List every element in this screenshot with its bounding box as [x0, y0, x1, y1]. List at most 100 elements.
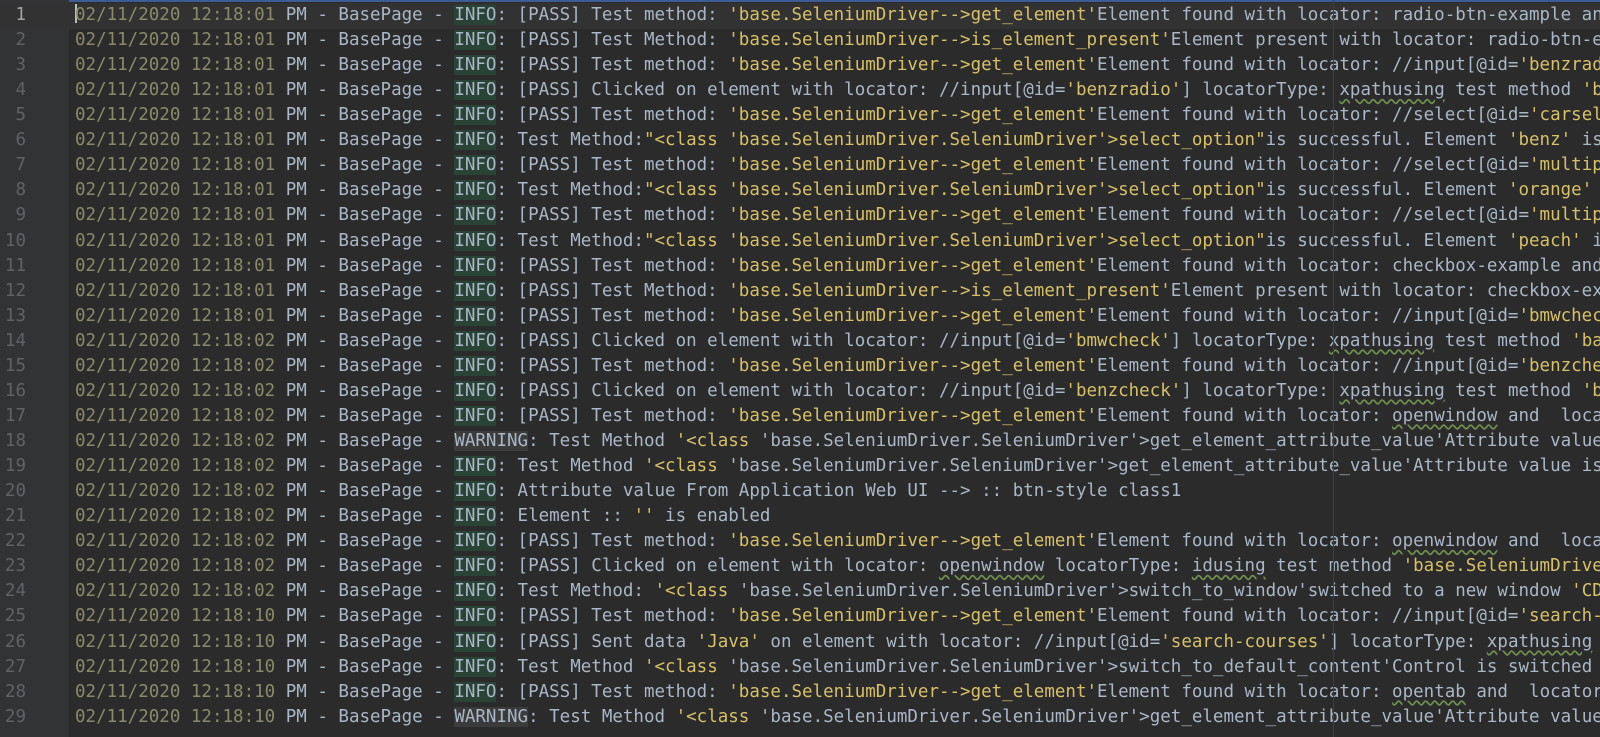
log-line[interactable]: 21 02/11/2020 12:18:02 PM - BasePage - IN… — [0, 504, 1600, 530]
log-line-text[interactable]: 02/11/2020 12:18:02 PM - BasePage - INFO… — [75, 454, 1600, 480]
log-line-text[interactable]: 02/11/2020 12:18:01 PM - BasePage - INFO… — [75, 28, 1600, 54]
log-text: test method — [1444, 80, 1582, 101]
log-line-text[interactable]: 02/11/2020 12:18:01 PM - BasePage - INFO… — [75, 153, 1600, 179]
log-level: INFO — [454, 155, 497, 176]
line-number: 8 — [15, 180, 26, 201]
log-string: 'base.SeleniumDriver-->is_element_presen… — [728, 30, 1171, 51]
log-line[interactable]: 3 02/11/2020 12:18:01 PM - BasePage - INF… — [0, 53, 1600, 79]
log-text: : [PASS] Test method: — [496, 305, 729, 326]
log-line-text[interactable]: 02/11/2020 12:18:02 PM - BasePage - INFO… — [75, 354, 1600, 380]
log-line[interactable]: 25 02/11/2020 12:18:10 PM - BasePage - IN… — [0, 604, 1600, 630]
log-line-text[interactable]: 02/11/2020 12:18:02 PM - BasePage - INFO… — [75, 504, 770, 530]
log-line-text[interactable]: 02/11/2020 12:18:02 PM - BasePage - INFO… — [75, 329, 1600, 355]
line-number: 3 — [15, 55, 26, 76]
log-line[interactable]: 12 02/11/2020 12:18:01 PM - BasePage - IN… — [0, 279, 1600, 305]
log-line-text[interactable]: 02/11/2020 12:18:02 PM - BasePage - INFO… — [75, 479, 1181, 505]
log-line-text[interactable]: 02/11/2020 12:18:01 PM - BasePage - INFO… — [75, 279, 1600, 305]
log-line-text[interactable]: 02/11/2020 12:18:01 PM - BasePage - INFO… — [75, 78, 1600, 104]
log-line-text[interactable]: 02/11/2020 12:18:01 PM - BasePage - INFO… — [75, 203, 1600, 229]
log-line-text[interactable]: 02/11/2020 12:18:02 PM - BasePage - WARN… — [75, 429, 1600, 455]
log-level: INFO — [454, 456, 497, 477]
log-string: 'peach' — [1507, 230, 1582, 251]
log-text: opentab — [1392, 681, 1466, 702]
log-line-text[interactable]: 02/11/2020 12:18:02 PM - BasePage - INFO… — [75, 529, 1600, 555]
log-line[interactable]: 2 02/11/2020 12:18:01 PM - BasePage - INF… — [0, 28, 1600, 54]
log-line-text[interactable]: 02/11/2020 12:18:01 PM - BasePage - INFO… — [75, 103, 1600, 129]
log-line-text[interactable]: 02/11/2020 12:18:01 PM - BasePage - INFO… — [75, 304, 1600, 330]
log-text: Element found with locator: //input[@id= — [1097, 606, 1519, 627]
log-line[interactable]: 7 02/11/2020 12:18:01 PM - BasePage - INF… — [0, 153, 1600, 179]
log-line-text[interactable]: 02/11/2020 12:18:02 PM - BasePage - INFO… — [75, 579, 1600, 605]
log-level: INFO — [454, 280, 497, 301]
log-text: : [PASS] Test method: — [496, 606, 729, 627]
log-line-text[interactable]: 02/11/2020 12:18:02 PM - BasePage - INFO… — [75, 404, 1600, 430]
line-number: 16 — [4, 380, 26, 401]
log-line[interactable]: 16 02/11/2020 12:18:02 PM - BasePage - IN… — [0, 379, 1600, 405]
log-line[interactable]: 27 02/11/2020 12:18:10 PM - BasePage - IN… — [0, 655, 1600, 681]
log-line-text[interactable]: 02/11/2020 12:18:01 PM - BasePage - INFO… — [75, 229, 1600, 255]
log-line[interactable]: 24 02/11/2020 12:18:02 PM - BasePage - IN… — [0, 579, 1600, 605]
code-editor[interactable]: 1 02/11/2020 12:18:01 PM - BasePage - INF… — [0, 0, 1600, 737]
log-line[interactable]: 10 02/11/2020 12:18:01 PM - BasePage - IN… — [0, 229, 1600, 255]
log-text: Element found with locator: //select[@id… — [1097, 105, 1530, 126]
log-line-text[interactable]: 02/11/2020 12:18:01 PM - BasePage - INFO… — [75, 254, 1600, 280]
log-string: 'benz' — [1507, 130, 1572, 151]
log-text: ] locatorType: — [1170, 330, 1329, 351]
log-line-text[interactable]: 02/11/2020 12:18:10 PM - BasePage - INFO… — [75, 630, 1600, 656]
log-line-text[interactable]: 02/11/2020 12:18:01 PM - BasePage - INFO… — [75, 128, 1600, 154]
log-line[interactable]: 15 02/11/2020 12:18:02 PM - BasePage - IN… — [0, 354, 1600, 380]
log-text: : Test Method: — [496, 581, 655, 602]
log-line[interactable]: 13 02/11/2020 12:18:01 PM - BasePage - IN… — [0, 304, 1600, 330]
log-line[interactable]: 1 02/11/2020 12:18:01 PM - BasePage - INF… — [0, 3, 1600, 29]
log-line[interactable]: 28 02/11/2020 12:18:10 PM - BasePage - IN… — [0, 680, 1600, 706]
log-line[interactable]: 22 02/11/2020 12:18:02 PM - BasePage - IN… — [0, 529, 1600, 555]
line-number: 18 — [4, 431, 26, 452]
log-line-text[interactable]: 02/11/2020 12:18:10 PM - BasePage - WARN… — [75, 705, 1600, 731]
log-text: is successful. Element — [1265, 230, 1508, 251]
log-level: INFO — [454, 556, 497, 577]
log-text: 'base.SeleniumDriver.SeleniumDriver'>get… — [759, 431, 1600, 452]
log-line-text[interactable]: 02/11/2020 12:18:01 PM - BasePage - INFO… — [75, 178, 1600, 204]
line-number: 9 — [15, 205, 26, 226]
log-line[interactable]: 5 02/11/2020 12:18:01 PM - BasePage - INF… — [0, 103, 1600, 129]
log-line[interactable]: 14 02/11/2020 12:18:02 PM - BasePage - IN… — [0, 329, 1600, 355]
log-level: INFO — [454, 681, 497, 702]
log-line[interactable]: 11 02/11/2020 12:18:01 PM - BasePage - IN… — [0, 254, 1600, 280]
log-text: ] locatorType: — [1181, 380, 1340, 401]
log-line[interactable]: 29 02/11/2020 12:18:10 PM - BasePage - WA… — [0, 705, 1600, 731]
log-text: : Test Method — [528, 431, 676, 452]
log-line-text[interactable]: 02/11/2020 12:18:01 PM - BasePage - INFO… — [75, 3, 1600, 29]
log-level: INFO — [454, 481, 497, 502]
log-text: 'base.SeleniumDriver.SeleniumDriver'>get… — [759, 706, 1600, 727]
log-line-text[interactable]: 02/11/2020 12:18:02 PM - BasePage - INFO… — [75, 379, 1600, 405]
log-line[interactable]: 19 02/11/2020 12:18:02 PM - BasePage - IN… — [0, 454, 1600, 480]
log-timestamp: 02/11/2020 12:18:01 — [75, 180, 276, 201]
log-line[interactable]: 20 02/11/2020 12:18:02 PM - BasePage - IN… — [0, 479, 1600, 505]
line-number: 6 — [15, 130, 26, 151]
log-text: PM - BasePage - — [275, 355, 455, 376]
log-line[interactable]: 9 02/11/2020 12:18:01 PM - BasePage - INF… — [0, 203, 1600, 229]
line-number: 15 — [4, 355, 26, 376]
log-line[interactable]: 6 02/11/2020 12:18:01 PM - BasePage - INF… — [0, 128, 1600, 154]
log-line[interactable]: 8 02/11/2020 12:18:01 PM - BasePage - INF… — [0, 178, 1600, 204]
log-line-text[interactable]: 02/11/2020 12:18:01 PM - BasePage - INFO… — [75, 53, 1600, 79]
log-line-text[interactable]: 02/11/2020 12:18:02 PM - BasePage - INFO… — [75, 554, 1600, 580]
log-text: PM - BasePage - — [275, 681, 455, 702]
log-level: WARNING — [454, 706, 529, 727]
line-number: 13 — [4, 305, 26, 326]
log-line[interactable]: 17 02/11/2020 12:18:02 PM - BasePage - IN… — [0, 404, 1600, 430]
log-level: INFO — [454, 581, 497, 602]
log-text: PM - BasePage - — [275, 581, 455, 602]
log-timestamp: 02/11/2020 12:18:02 — [75, 380, 276, 401]
log-line[interactable]: 23 02/11/2020 12:18:02 PM - BasePage - IN… — [0, 554, 1600, 580]
log-line-text[interactable]: 02/11/2020 12:18:10 PM - BasePage - INFO… — [75, 604, 1600, 630]
log-line-text[interactable]: 02/11/2020 12:18:10 PM - BasePage - INFO… — [75, 680, 1600, 706]
log-line[interactable]: 18 02/11/2020 12:18:02 PM - BasePage - WA… — [0, 429, 1600, 455]
log-line[interactable]: 26 02/11/2020 12:18:10 PM - BasePage - IN… — [0, 630, 1600, 656]
log-string: 'benzradi — [1518, 55, 1600, 76]
line-number: 10 — [4, 230, 26, 251]
log-line[interactable]: 4 02/11/2020 12:18:01 PM - BasePage - INF… — [0, 78, 1600, 104]
log-line-text[interactable]: 02/11/2020 12:18:10 PM - BasePage - INFO… — [75, 655, 1600, 681]
line-number: 12 — [4, 280, 26, 301]
log-string: '<class — [643, 656, 729, 677]
